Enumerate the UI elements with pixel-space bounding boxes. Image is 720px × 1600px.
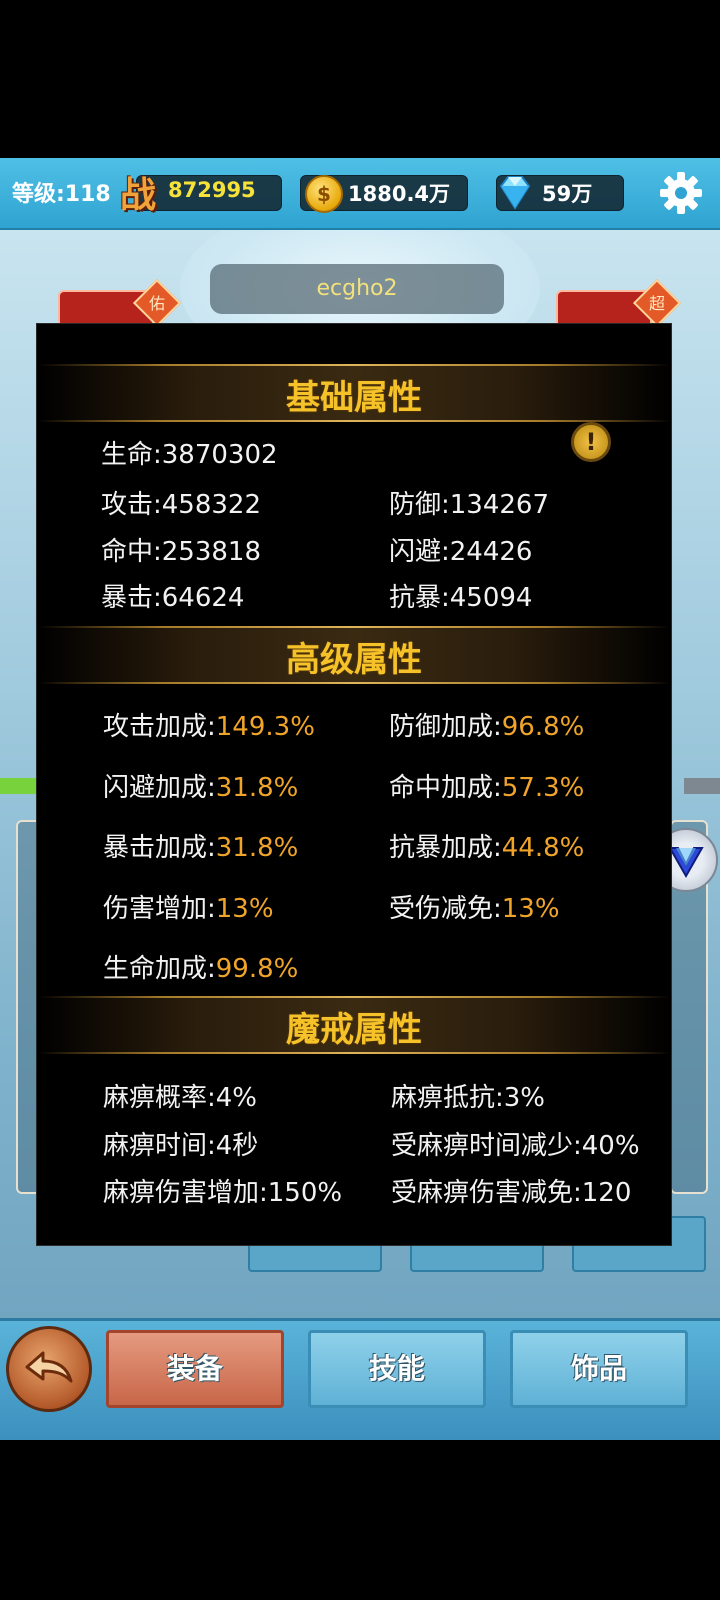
back-button[interactable]: [6, 1326, 92, 1412]
diamond-value: 59万: [542, 182, 593, 206]
power-value: 872995: [168, 178, 256, 202]
player-level: 等级:118: [12, 182, 111, 207]
stat-paralyze-resist: 麻痹抵抗:3%: [391, 1083, 546, 1113]
gold-value: 1880.4万: [348, 182, 451, 206]
section-divider: [37, 682, 671, 684]
tab-accessories[interactable]: 饰品: [510, 1330, 688, 1408]
back-arrow-icon: [25, 1351, 73, 1383]
left-card-tag-label: 佑: [148, 294, 165, 313]
stat-hit-bonus: 命中加成:57.3%: [389, 773, 585, 803]
tab-equip[interactable]: 装备: [106, 1330, 284, 1408]
stat-damage-reduction: 受伤减免:13%: [389, 894, 560, 924]
diamond-icon: [499, 176, 531, 210]
exp-bar-fill: [0, 778, 36, 794]
stat-hp-bonus: 生命加成:99.8%: [103, 954, 299, 984]
stat-paralyze-chance: 麻痹概率:4%: [103, 1083, 258, 1113]
player-name: ecgho2: [316, 276, 398, 301]
section-divider: [37, 420, 671, 422]
stat-dodge: 闪避:24426: [389, 537, 533, 567]
exp-bar-empty: [684, 778, 720, 794]
power-icon: 战: [120, 174, 157, 216]
stat-damage-increase: 伤害增加:13%: [103, 894, 274, 924]
stat-paralyze-time: 麻痹时间:4秒: [103, 1131, 259, 1161]
section-divider: [37, 1052, 671, 1054]
gear-icon[interactable]: [658, 170, 704, 216]
stat-paralyze-damage-reduction: 受麻痹伤害减免:120: [391, 1178, 632, 1208]
ring-section-title: 魔戒属性: [286, 1010, 422, 1050]
stat-defense-bonus: 防御加成:96.8%: [389, 712, 585, 742]
stat-paralyze-time-reduction: 受麻痹时间减少:40%: [391, 1131, 640, 1161]
stat-defense: 防御:134267: [389, 490, 550, 520]
stat-anticrit: 抗暴:45094: [389, 583, 533, 613]
top-resource-bar: 等级:118 战 872995 $ 1880.4万 59万: [0, 158, 720, 230]
gold-coin-icon: $: [305, 175, 343, 213]
stat-hp: 生命:3870302: [101, 440, 278, 470]
advanced-section-title: 高级属性: [286, 640, 422, 680]
stat-dodge-bonus: 闪避加成:31.8%: [103, 773, 299, 803]
stat-hit: 命中:253818: [101, 537, 262, 567]
tab-skills[interactable]: 技能: [308, 1330, 486, 1408]
stat-crit-bonus: 暴击加成:31.8%: [103, 833, 299, 863]
stat-attack: 攻击:458322: [101, 490, 262, 520]
stat-anticrit-bonus: 抗暴加成:44.8%: [389, 833, 585, 863]
stats-popup: 基础属性 ! 生命:3870302 攻击:458322 防御:134267 命中…: [36, 323, 672, 1246]
info-icon[interactable]: !: [571, 422, 611, 462]
basic-section-title: 基础属性: [286, 378, 422, 418]
right-card-tag-label: 超: [648, 294, 665, 313]
stat-attack-bonus: 攻击加成:149.3%: [103, 712, 315, 742]
stat-paralyze-damage: 麻痹伤害增加:150%: [103, 1178, 343, 1208]
stat-crit: 暴击:64624: [101, 583, 245, 613]
